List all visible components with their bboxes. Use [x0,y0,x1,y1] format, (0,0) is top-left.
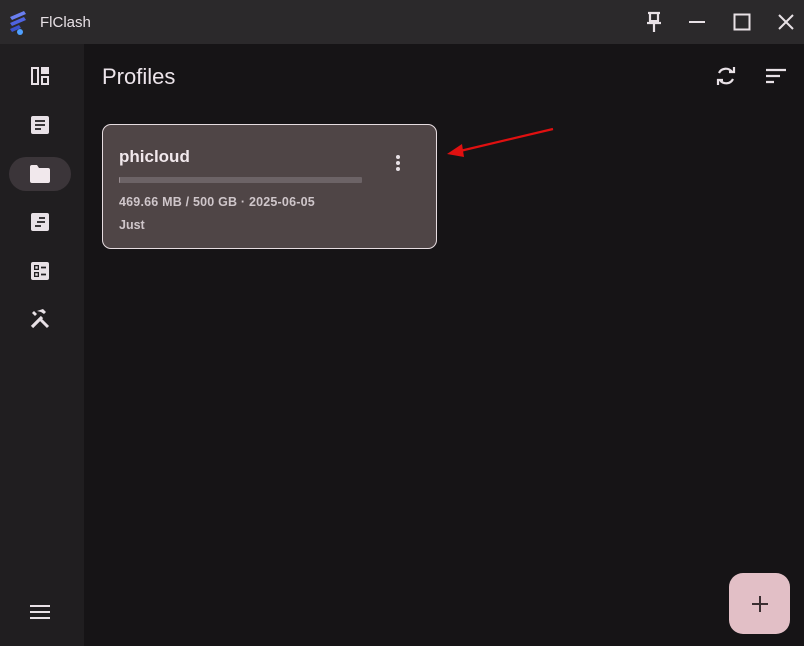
sidebar-item-requests[interactable] [9,205,71,239]
tools-icon [30,309,50,329]
profile-name: phicloud [119,147,190,166]
article-icon [31,116,49,134]
menu-icon [30,605,50,619]
profile-card[interactable]: phicloud 469.66 MB / 500 GB · 2025-06-05… [102,124,437,249]
page-title: Profiles [102,64,176,89]
maximize-icon [733,13,751,31]
app-title: FlClash [40,14,91,31]
usage-text: 469.66 MB / 500 GB · 2025-06-05 [119,195,315,209]
sync-icon [716,67,736,85]
app-logo-icon [10,11,26,35]
minimize-button[interactable] [683,8,711,36]
plus-icon [751,595,768,612]
pin-button[interactable] [640,8,668,36]
profile-more-button[interactable] [386,151,410,175]
more-vert-icon [396,155,400,171]
title-bar: FlClash [0,0,804,44]
sidebar-item-profiles[interactable] [9,157,71,191]
checklist-icon [31,262,49,280]
minimize-icon [689,21,705,23]
sort-icon [766,68,786,84]
usage-progress-bar [119,177,362,183]
folder-icon [30,165,50,183]
sidebar-item-dashboard[interactable] [9,59,71,93]
add-profile-button[interactable] [729,573,790,634]
menu-button[interactable] [9,595,71,629]
maximize-button[interactable] [728,8,756,36]
sidebar-item-tools[interactable] [9,302,71,336]
list-doc-icon [31,213,49,231]
dashboard-icon [31,67,49,85]
pin-icon [647,11,661,32]
sidebar-item-resources[interactable] [9,254,71,288]
close-button[interactable] [772,8,800,36]
updated-text: Just [119,218,145,232]
sort-button[interactable] [760,60,792,92]
sidebar-item-proxies[interactable] [9,108,71,142]
sync-button[interactable] [710,60,742,92]
main-content: Profiles phicloud 469.66 MB / 500 GB · 2… [84,44,804,646]
close-icon [778,14,794,30]
sidebar [0,44,84,646]
